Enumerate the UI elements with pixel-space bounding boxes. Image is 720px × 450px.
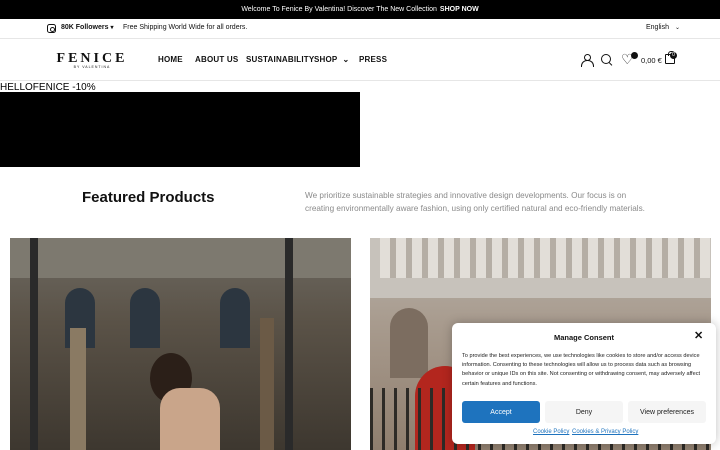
chevron-down-icon: ⌄ [674, 25, 680, 31]
deny-button[interactable]: Deny [545, 401, 623, 423]
instagram-icon[interactable] [47, 24, 56, 33]
chevron-down-icon: ⌄ [342, 55, 350, 64]
product-image-left[interactable] [10, 238, 351, 450]
cookie-policy-link[interactable]: Cookie Policy [533, 429, 569, 435]
wishlist-count-badge [631, 52, 638, 59]
nav-shop[interactable]: SHOP ⌄ [314, 55, 349, 64]
accept-button[interactable]: Accept [462, 401, 540, 423]
balustrade [380, 238, 710, 278]
post [285, 238, 293, 450]
consent-body: To provide the best experiences, we use … [462, 353, 701, 387]
window-arch [130, 288, 160, 348]
nav-press[interactable]: PRESS [359, 55, 387, 64]
nav-shop-label: SHOP [314, 55, 338, 64]
logo-wordmark: FENICE [56, 51, 128, 66]
window-arch [220, 288, 250, 348]
consent-title: Manage Consent [553, 333, 614, 342]
chevron-down-icon: ▾ [110, 25, 114, 31]
privacy-policy-link[interactable]: Cookies & Privacy Policy [572, 429, 638, 435]
site-logo[interactable]: FENICE BY VALENTINA [52, 52, 132, 70]
cart-total[interactable]: 0,00 € [641, 56, 662, 65]
nav-about-us[interactable]: ABOUT US [195, 55, 238, 64]
model-body [160, 388, 220, 450]
post [30, 238, 38, 450]
nav-home[interactable]: HOME [158, 55, 183, 64]
nav-sustainability[interactable]: SUSTAINABILITY [246, 55, 314, 64]
language-label: English [646, 24, 669, 31]
main-header: FENICE BY VALENTINA HOME ABOUT US SUSTAI… [0, 40, 720, 81]
cookie-consent-dialog: Manage Consent ✕ To provide the best exp… [452, 323, 716, 444]
language-selector[interactable]: English ⌄ [646, 24, 680, 31]
window-arch [390, 308, 428, 378]
wooden-pole [260, 318, 274, 450]
search-icon[interactable] [601, 54, 613, 66]
announcement-bar: Welcome To Fenice By Valentina! Discover… [0, 0, 720, 19]
section-title: Featured Products [82, 189, 215, 206]
user-icon[interactable] [581, 54, 594, 67]
followers-dropdown[interactable]: 80K Followers ▾ [61, 24, 113, 31]
close-icon[interactable]: ✕ [694, 331, 703, 342]
promo-banner [0, 92, 360, 167]
followers-label: 80K Followers [61, 24, 109, 31]
shop-now-link[interactable]: SHOP NOW [440, 6, 479, 13]
building-facade [10, 238, 351, 278]
wooden-pole [70, 328, 86, 450]
shipping-notice: Free Shipping World Wide for all orders. [123, 24, 248, 31]
cart-count-badge: 0 [670, 52, 677, 59]
top-bar: 80K Followers ▾ Free Shipping World Wide … [0, 19, 720, 39]
section-intro: We prioritize sustainable strategies and… [305, 191, 645, 213]
view-preferences-button[interactable]: View preferences [628, 401, 706, 423]
announcement-text: Welcome To Fenice By Valentina! Discover… [241, 6, 437, 13]
